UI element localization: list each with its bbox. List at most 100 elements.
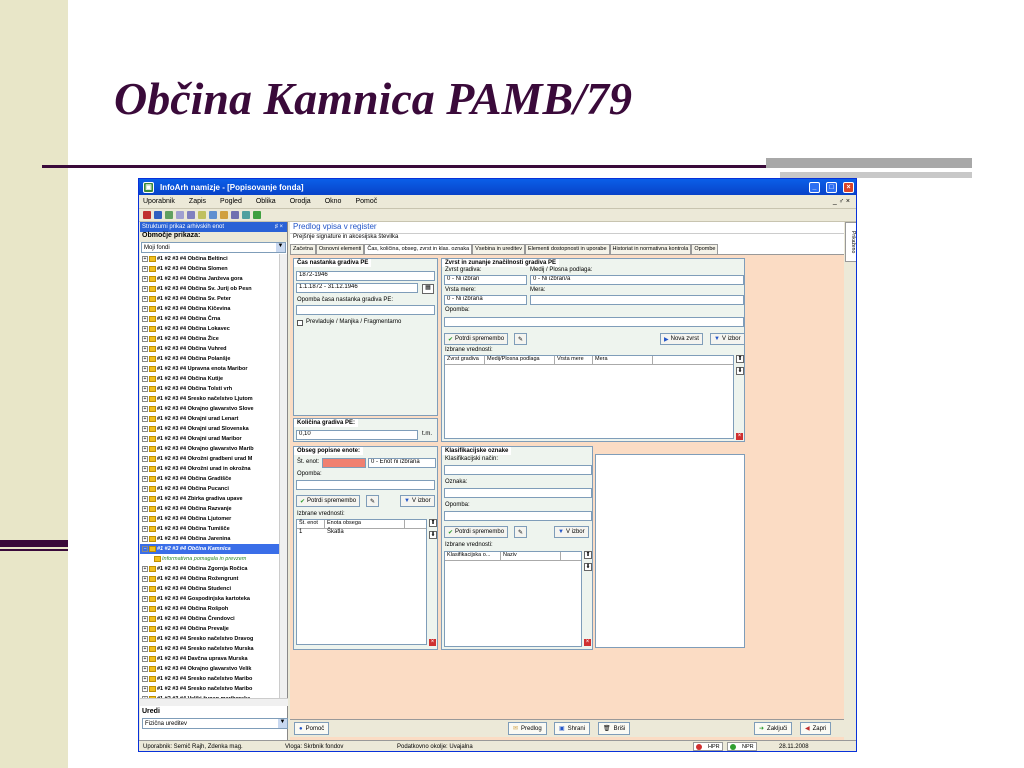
oznaka-field[interactable] [444, 488, 592, 498]
arrow-down-icon[interactable]: ⬇ [584, 563, 592, 571]
tree-item[interactable]: + #1 #2 #3 #4 Občina Vuhred [140, 344, 280, 354]
calendar-icon[interactable]: ▦ [422, 284, 434, 294]
tree-item[interactable]: + #1 #2 #3 #4 Okrajni urad Maribor [140, 434, 280, 444]
tree-item[interactable]: + #1 #2 #3 #4 Občina Studenci [140, 584, 280, 594]
tab-vsebina[interactable]: Vsebina in ureditev [472, 244, 525, 254]
tab-zacetna[interactable]: Začetna [290, 244, 316, 254]
mera-field[interactable] [530, 295, 744, 305]
medij-select[interactable]: 0 - Ni izbran/a [530, 275, 744, 285]
tree-item[interactable]: + #1 #2 #3 #4 Okrožni urad in okrožna [140, 464, 280, 474]
klas-potrdi-button[interactable]: ✔ Potrdi spremembo [444, 526, 509, 538]
tree-item[interactable]: + #1 #2 #3 #4 Sresko načelstvo Dravog [140, 634, 280, 644]
expand-icon[interactable]: + [142, 326, 148, 332]
expand-icon[interactable]: + [142, 476, 148, 482]
expand-icon[interactable]: + [142, 406, 148, 412]
tree-item[interactable]: + #1 #2 #3 #4 Občina Pucanci [140, 484, 280, 494]
expand-icon[interactable]: + [142, 526, 148, 532]
expand-icon[interactable]: − [142, 546, 148, 552]
tab-osnovni[interactable]: Osnovni elementi [315, 244, 365, 254]
delete-icon[interactable]: × [584, 639, 591, 646]
tree-item[interactable]: + #1 #2 #3 #4 Občina Žice [140, 334, 280, 344]
expand-icon[interactable]: + [142, 586, 148, 592]
tree-item[interactable]: + #1 #2 #3 #4 Občina Slomen [140, 264, 280, 274]
expand-icon[interactable]: + [142, 416, 148, 422]
predlog-button[interactable]: ✉ Predlog [508, 722, 547, 735]
obmocje-select[interactable]: Moji fondi ▼ [141, 242, 286, 253]
list-icon[interactable] [176, 211, 184, 219]
tree-item[interactable]: + #1 #2 #3 #4 Sresko načelstvo Maribo [140, 684, 280, 694]
expand-icon[interactable]: + [142, 626, 148, 632]
zapri-button[interactable]: ◀ Zapri [800, 722, 832, 735]
years-field[interactable]: 1872-1946 [296, 271, 435, 281]
tree-item[interactable]: + #1 #2 #3 #4 Zbirka gradiva upave [140, 494, 280, 504]
pane-pin-close[interactable]: ♯ × [275, 224, 283, 230]
expand-icon[interactable]: + [142, 466, 148, 472]
tree-item[interactable]: + #1 #2 #3 #4 Občina Sv. Jurij ob Pesn [140, 284, 280, 294]
kolicina-field[interactable]: 0,10 [296, 430, 418, 440]
delete-icon[interactable]: × [429, 639, 436, 646]
col-vrsta[interactable]: Vrsta mere [555, 356, 593, 364]
print-icon[interactable] [231, 211, 239, 219]
menu-orodja[interactable]: Orodja [290, 198, 311, 205]
expand-icon[interactable]: + [142, 686, 148, 692]
chevron-down-icon[interactable]: ▼ [276, 243, 285, 252]
col-klas[interactable]: Klasifikacijska o... [445, 552, 501, 560]
tree-item[interactable]: + #1 #2 #3 #4 Občina Janževa gora [140, 274, 280, 284]
expand-icon[interactable]: + [142, 566, 148, 572]
zvrst-select[interactable]: 0 - Ni izbran [444, 275, 527, 285]
expand-icon[interactable]: + [142, 676, 148, 682]
expand-icon[interactable]: + [142, 256, 148, 262]
tree-item[interactable]: + #1 #2 #3 #4 Občina Tolsti vrh [140, 384, 280, 394]
uredi-select[interactable]: Fizična ureditev ▼ [142, 718, 288, 729]
tree-item[interactable]: + #1 #2 #3 #4 Sresko načelstvo Ljutom [140, 394, 280, 404]
arrow-up-icon[interactable]: ⬆ [584, 551, 592, 559]
zvrst-vizbor-button[interactable]: ▼ V izbor [710, 333, 745, 345]
enota-select[interactable]: 0 - Enot ni izbrana [368, 458, 436, 468]
expand-icon[interactable]: + [142, 446, 148, 452]
expand-icon[interactable]: + [142, 576, 148, 582]
tree-item[interactable]: + #1 #2 #3 #4 Občina Tumišče [140, 524, 280, 534]
menu-pogled[interactable]: Pogled [220, 198, 242, 205]
expand-icon[interactable]: + [142, 336, 148, 342]
expand-icon[interactable]: + [142, 666, 148, 672]
klas-opomba-field[interactable] [444, 511, 592, 521]
zvrst-opomba-field[interactable] [444, 317, 744, 327]
tab-opombe[interactable]: Opombe [691, 244, 719, 254]
expand-icon[interactable]: + [142, 536, 148, 542]
shrani-button[interactable]: ▣ Shrani [554, 722, 591, 735]
tree-item[interactable]: + #1 #2 #3 #4 Občina Polanšje [140, 354, 280, 364]
expand-icon[interactable]: + [142, 316, 148, 322]
expand-icon[interactable]: + [142, 516, 148, 522]
erase-button[interactable]: ✎ [366, 495, 380, 507]
tree-item[interactable]: + #1 #2 #3 #4 Okrožni gradbeni urad M [140, 454, 280, 464]
tree-item[interactable]: + #1 #2 #3 #4 Občina Črendovci [140, 614, 280, 624]
zvrst-erase-button[interactable]: ✎ [514, 333, 528, 345]
expand-icon[interactable]: + [142, 306, 148, 312]
tree-item[interactable]: + #1 #2 #3 #4 Okrajni urad Lenart [140, 414, 280, 424]
tree-item[interactable]: + #1 #2 #3 #4 Okrajno glavarstvo Slove [140, 404, 280, 414]
tree-item[interactable]: + #1 #2 #3 #4 Občina Kičevina [140, 304, 280, 314]
tree-subitem[interactable]: Informativna pomagala in prevzem [140, 554, 280, 564]
cas-opomba-field[interactable] [296, 305, 435, 315]
expand-icon[interactable]: + [142, 646, 148, 652]
nova-zvrst-button[interactable]: ▶ Nova zvrst [660, 333, 703, 345]
expand-icon[interactable]: + [142, 486, 148, 492]
expand-icon[interactable]: + [142, 376, 148, 382]
expand-icon[interactable]: + [142, 656, 148, 662]
tree-item[interactable]: + #1 #2 #3 #4 Okrajni urad Slovenska [140, 424, 280, 434]
expand-icon[interactable]: + [142, 506, 148, 512]
expand-icon[interactable]: + [142, 396, 148, 402]
tree-item[interactable]: + #1 #2 #3 #4 Občina Sv. Peter [140, 294, 280, 304]
side-tab-prikazeno[interactable]: Prikaženo [845, 222, 856, 262]
expand-icon[interactable]: + [142, 436, 148, 442]
minimize-button[interactable]: _ [809, 181, 820, 193]
menu-okno[interactable]: Okno [325, 198, 342, 205]
tree-item[interactable]: + #1 #2 #3 #4 Sresko načelstvo Murska [140, 644, 280, 654]
col-enota[interactable]: Enota obsega [325, 520, 405, 528]
doc-icon[interactable] [187, 211, 195, 219]
expand-icon[interactable]: + [142, 426, 148, 432]
back-icon[interactable] [143, 211, 151, 219]
tree-hscrollbar[interactable] [140, 698, 288, 706]
chevron-down-icon[interactable]: ▼ [278, 719, 287, 728]
menu-zapis[interactable]: Zapis [189, 198, 206, 205]
